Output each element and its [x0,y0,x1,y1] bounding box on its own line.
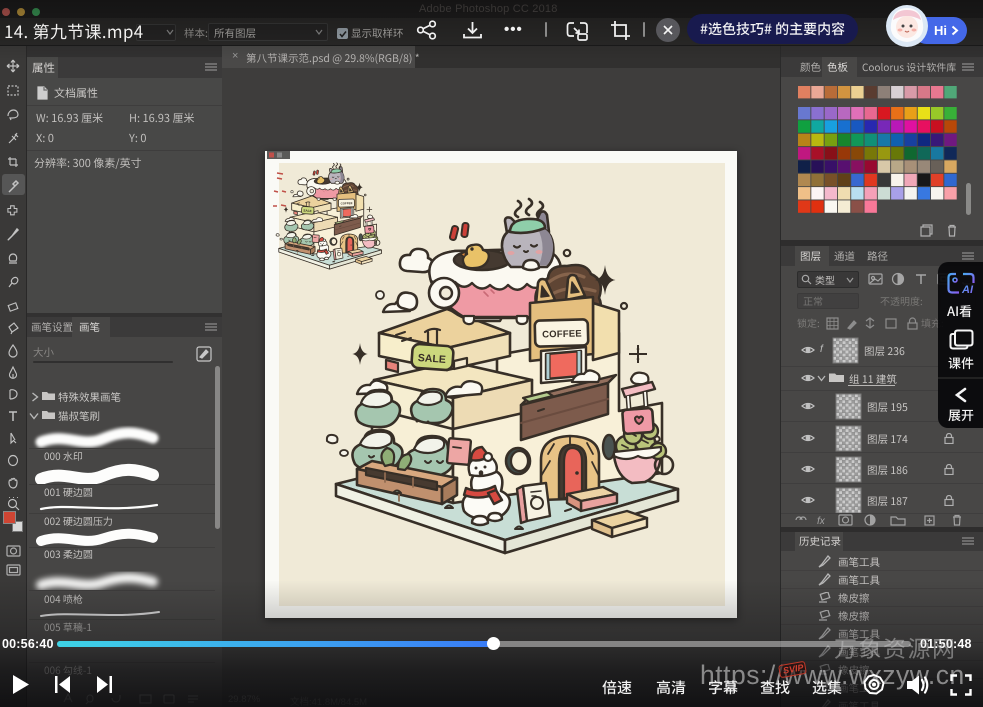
svg-text:fx: fx [817,516,826,526]
svg-text:AI: AI [961,284,974,296]
